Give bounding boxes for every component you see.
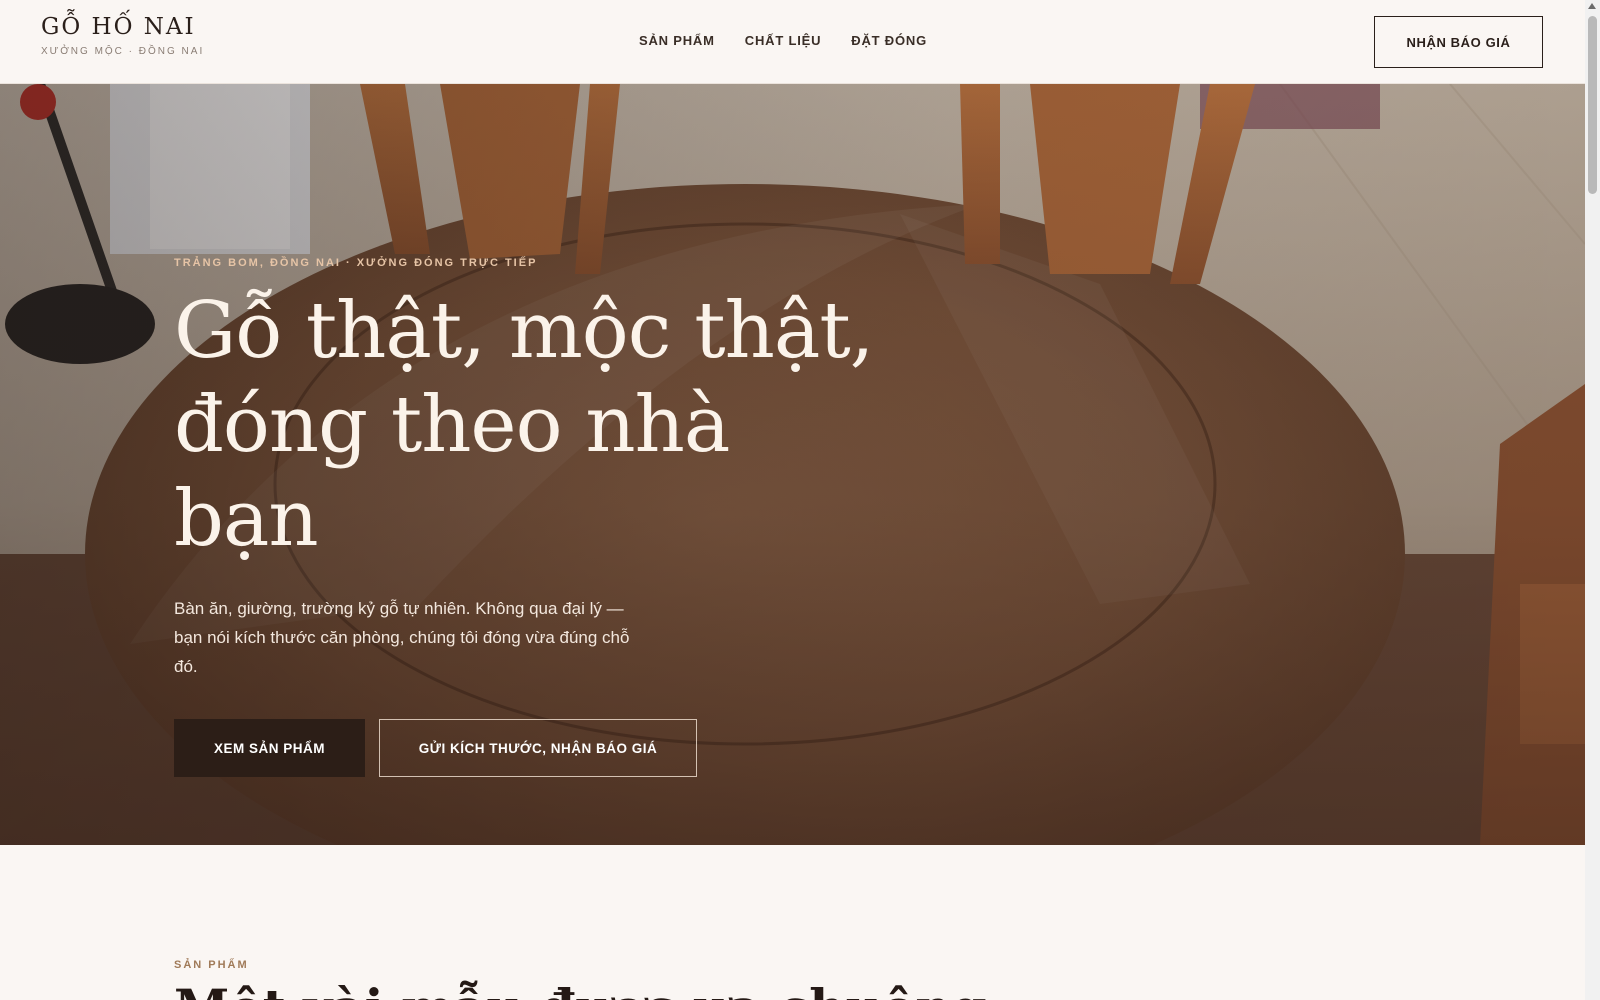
brand-logo[interactable]: GỖ HỐ NAI XƯỞNG MỘC · ĐỒNG NAI	[41, 12, 204, 57]
get-quote-button[interactable]: NHẬN BÁO GIÁ	[1374, 16, 1543, 68]
hero-button-group: XEM SẢN PHẨM GỬI KÍCH THƯỚC, NHẬN BÁO GI…	[174, 719, 894, 777]
hero-section: TRẢNG BOM, ĐỒNG NAI · XƯỞNG ĐÓNG TRỰC TI…	[0, 84, 1585, 845]
nav-link-custom-order[interactable]: ĐẶT ĐÓNG	[851, 30, 927, 52]
nav-link-materials[interactable]: CHẤT LIỆU	[745, 30, 822, 52]
main-nav: SẢN PHẨM CHẤT LIỆU ĐẶT ĐÓNG	[639, 30, 927, 52]
hero-subtitle: Bàn ăn, giường, trường kỷ gỗ tự nhiên. K…	[174, 599, 630, 676]
brand-name: GỖ HỐ NAI	[41, 14, 196, 40]
scroll-up-arrow-icon[interactable]	[1588, 3, 1596, 9]
brand-tagline: XƯỞNG MỘC · ĐỒNG NAI	[41, 46, 205, 57]
scrollbar-thumb[interactable]	[1588, 16, 1597, 194]
nav-link-products[interactable]: SẢN PHẨM	[639, 30, 715, 52]
vertical-scrollbar[interactable]	[1585, 0, 1600, 1000]
send-dimensions-quote-button[interactable]: GỬI KÍCH THƯỚC, NHẬN BÁO GIÁ	[379, 719, 697, 777]
site-header: GỖ HỐ NAI XƯỞNG MỘC · ĐỒNG NAI SẢN PHẨM …	[0, 0, 1585, 84]
hero-eyebrow: TRẢNG BOM, ĐỒNG NAI · XƯỞNG ĐÓNG TRỰC TI…	[174, 257, 538, 269]
hero-title: Gỗ thật, mộc thật, đóng theo nhà bạn	[174, 286, 874, 564]
hero-content: TRẢNG BOM, ĐỒNG NAI · XƯỞNG ĐÓNG TRỰC TI…	[174, 256, 894, 777]
products-section-title: Một vài mẫu được ưa chuộng	[174, 976, 987, 1000]
view-products-button[interactable]: XEM SẢN PHẨM	[174, 719, 365, 777]
products-section-eyebrow: SẢN PHẨM	[174, 959, 249, 971]
